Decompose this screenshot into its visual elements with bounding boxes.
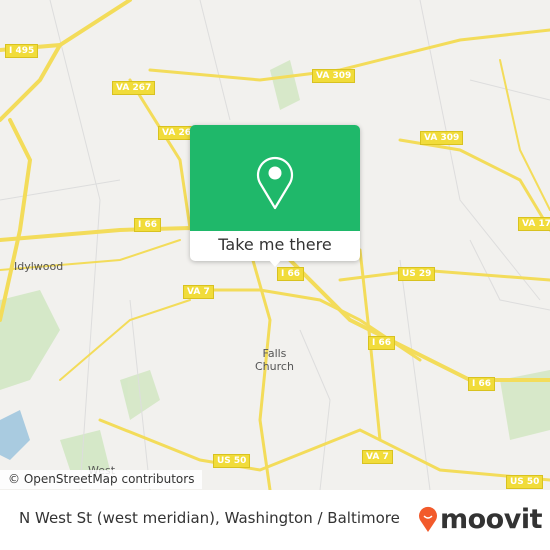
highway-shield: I 66 <box>468 377 496 391</box>
popup-header <box>190 125 360 231</box>
highway-shield: VA 267 <box>112 81 156 95</box>
highway-shield: US 29 <box>398 267 436 281</box>
highway-shield: I 495 <box>5 44 39 58</box>
highway-shield: VA 17 <box>518 217 550 231</box>
moovit-pin-icon <box>419 506 437 532</box>
highway-shield: US 50 <box>506 475 544 489</box>
highway-shield: I 66 <box>277 267 305 281</box>
location-popup: Take me there <box>190 125 360 267</box>
map-attribution[interactable]: © OpenStreetMap contributors <box>0 470 203 489</box>
moovit-logo[interactable]: moovit <box>418 503 543 535</box>
footer: N West St (west meridian), Washington / … <box>0 490 550 550</box>
highway-shield: VA 7 <box>362 450 393 464</box>
highway-shield: VA 7 <box>183 285 214 299</box>
place-label-idylwood: Idylwood <box>14 260 64 273</box>
highway-shield: I 66 <box>368 336 396 350</box>
location-pin-icon <box>256 156 294 210</box>
highway-shield: I 66 <box>134 218 162 232</box>
highway-shield: US 50 <box>213 454 251 468</box>
take-me-there-button[interactable]: Take me there <box>190 231 360 261</box>
highway-shield: VA 309 <box>312 69 356 83</box>
highway-shield: VA 309 <box>420 131 464 145</box>
place-label-falls-church: Falls Church <box>255 347 294 373</box>
location-title: N West St (west meridian), Washington / … <box>19 509 400 527</box>
popup-pointer <box>268 259 282 267</box>
moovit-wordmark: moovit <box>440 503 543 535</box>
map[interactable]: I 495 VA 267 VA 309 VA 309 VA 26 I 66 I … <box>0 0 550 490</box>
